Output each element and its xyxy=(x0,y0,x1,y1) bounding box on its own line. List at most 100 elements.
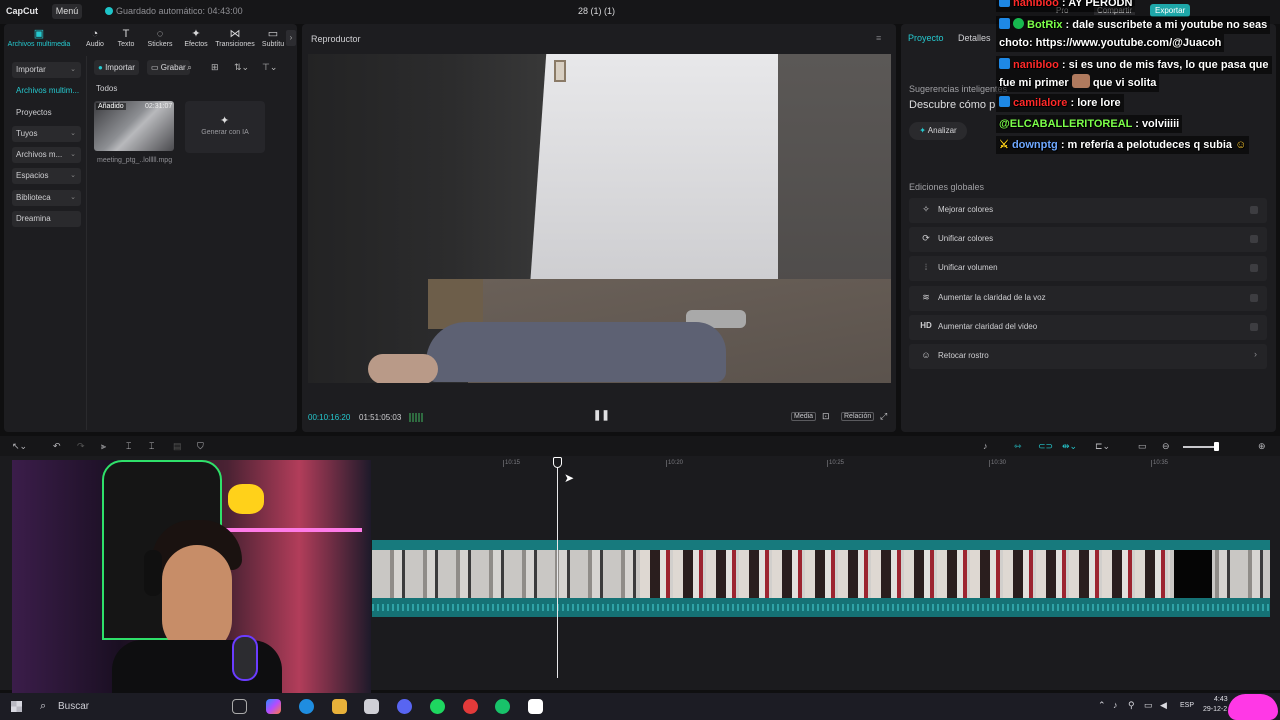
select-tool-icon[interactable]: ↖⌄ xyxy=(12,441,27,452)
search-icon[interactable]: ⌕ xyxy=(40,700,46,713)
taskbar-search[interactable]: Buscar xyxy=(58,701,89,712)
toggle[interactable] xyxy=(1250,323,1258,331)
tab-media[interactable]: ▣ Archivos multimedia xyxy=(6,28,72,48)
grid-view-icon[interactable]: ⊞ xyxy=(211,62,219,73)
sword-badge-icon: ⚔ xyxy=(999,139,1009,151)
obs-icon[interactable] xyxy=(463,699,478,714)
discord-icon[interactable] xyxy=(397,699,412,714)
tab-project[interactable]: Proyecto xyxy=(908,33,944,43)
search-icon[interactable]: ⌕ xyxy=(187,62,192,73)
toggle[interactable] xyxy=(1250,235,1258,243)
tab-transitions[interactable]: ⋈ Transiciones xyxy=(211,28,259,48)
split-right-icon[interactable]: ⌶ xyxy=(149,441,154,452)
tab-effects[interactable]: ✦ Efectos xyxy=(177,28,215,48)
start-icon[interactable] xyxy=(11,701,22,712)
zoom-in-icon[interactable]: ⊕ xyxy=(1258,441,1266,452)
magnet-icon[interactable]: ⊂⊃ xyxy=(1038,441,1053,452)
split-left-icon[interactable]: ⌶ xyxy=(126,441,131,452)
filter-icon[interactable]: ⊤⌄ xyxy=(262,62,277,73)
ratio-button[interactable]: Relación xyxy=(841,412,875,421)
global-item-unify-colors[interactable]: ⟳ Unificar colores xyxy=(909,227,1267,252)
sidebar-item-spaces[interactable]: Espacios ⌄ xyxy=(12,168,81,184)
spotify-icon[interactable] xyxy=(430,699,445,714)
chat-message: ⚔ downptg : m refería a pelotudeces q su… xyxy=(996,136,1250,154)
player-menu-icon[interactable]: ≡ xyxy=(876,33,881,43)
explorer-icon[interactable] xyxy=(332,699,347,714)
sidebar-item-media[interactable]: Archivos multim... xyxy=(12,83,81,99)
global-item-retouch-face[interactable]: ☺ Retocar rostro › xyxy=(909,344,1267,369)
playhead[interactable] xyxy=(557,460,558,678)
copilot-icon[interactable] xyxy=(266,699,281,714)
caption-icon[interactable]: ▭ xyxy=(1138,441,1147,452)
tray-network-icon[interactable]: ▭ xyxy=(1144,700,1153,711)
player-title: Reproductor xyxy=(311,34,361,44)
badge-icon xyxy=(999,18,1010,29)
time-tick: 10:15 xyxy=(502,460,521,467)
tabs-next-icon[interactable]: › xyxy=(286,30,296,46)
microphone-icon[interactable]: ♪ xyxy=(983,441,988,451)
capcut-icon[interactable] xyxy=(528,699,543,714)
sort-icon[interactable]: ⇅⌄ xyxy=(234,62,249,73)
sidebar-item-yours[interactable]: Tuyos ⌄ xyxy=(12,126,81,142)
tab-subtitles[interactable]: ▭ Subtítu xyxy=(258,28,288,48)
streamlabs-icon[interactable] xyxy=(495,699,510,714)
crop-icon[interactable]: ⊡ xyxy=(822,411,830,422)
toggle[interactable] xyxy=(1250,264,1258,272)
task-view-icon[interactable] xyxy=(232,699,247,714)
badge-icon xyxy=(999,0,1010,7)
global-item-video-clarity[interactable]: HD Aumentar claridad del video xyxy=(909,315,1267,340)
tray-usb-icon[interactable]: ⚲ xyxy=(1128,700,1135,711)
snap-icon[interactable]: ⇹⌄ xyxy=(1062,441,1077,452)
tray-volume-icon[interactable]: ◀ xyxy=(1160,700,1167,711)
generate-ai-card[interactable] xyxy=(185,101,265,153)
split-icon[interactable]: ⫸ xyxy=(101,441,106,452)
redo-icon[interactable]: ↷ xyxy=(77,441,85,452)
fullscreen-icon[interactable]: ⤢ xyxy=(880,411,887,422)
palette-icon: ⟳ xyxy=(922,233,930,243)
sidebar-item-secondary-projects[interactable]: Proyectos secun... xyxy=(12,105,81,133)
zoom-out-icon[interactable]: ⊖ xyxy=(1162,441,1170,452)
zoom-slider-handle[interactable] xyxy=(1214,442,1219,451)
clip-header[interactable] xyxy=(372,540,1270,550)
preview-axis-icon[interactable]: ⊏⌄ xyxy=(1095,441,1110,452)
tab-details[interactable]: Detalles xyxy=(958,33,991,43)
media-button[interactable]: Media xyxy=(791,412,817,421)
store-icon[interactable] xyxy=(364,699,379,714)
playhead-handle[interactable] xyxy=(553,457,562,468)
generate-ai-label: Generar con IA xyxy=(201,129,249,136)
shield-icon[interactable]: ⛉ xyxy=(197,441,204,452)
toggle[interactable] xyxy=(1250,294,1258,302)
import-button[interactable]: ● Importar xyxy=(94,60,139,75)
tray-language[interactable]: ESP xyxy=(1180,702,1194,709)
sidebar-item-library[interactable]: Biblioteca ⌄ xyxy=(12,190,81,206)
tray-mic-icon[interactable]: ♪ xyxy=(1113,700,1118,710)
sidebar-item-import[interactable]: Importar ⌄ xyxy=(12,62,81,78)
tray-date[interactable]: 29-12-2 xyxy=(1203,706,1227,713)
chat-message: camilalore : lore lore xyxy=(996,94,1124,112)
tray-expand-icon[interactable]: ⌃ xyxy=(1098,700,1106,711)
sidebar-item-files[interactable]: Archivos m... ⌄ xyxy=(12,147,81,163)
audio-waveform xyxy=(372,604,1270,611)
global-item-enhance-colors[interactable]: ✧ Mejorar colores xyxy=(909,198,1267,223)
video-preview[interactable] xyxy=(308,54,891,383)
magic-wand-icon: ✧ xyxy=(922,204,930,214)
sidebar-item-dreamina[interactable]: Dreamina xyxy=(12,211,81,227)
tab-stickers[interactable]: ◌ Stickers xyxy=(141,28,179,48)
tab-text[interactable]: T Texto xyxy=(107,28,145,48)
chat-message: BotRix : dale suscribete a mi youtube no… xyxy=(996,16,1271,34)
undo-icon[interactable]: ↶ xyxy=(53,441,61,452)
analyze-button[interactable]: ✦ Analizar xyxy=(909,122,967,140)
tray-time[interactable]: 4:43 xyxy=(1214,696,1228,703)
pause-button[interactable]: ❚❚ xyxy=(593,410,610,421)
project-title[interactable]: 28 (1) (1) xyxy=(578,6,615,16)
menu-button[interactable]: Menú xyxy=(52,4,82,19)
link-icon[interactable]: ⇿ xyxy=(1014,441,1022,452)
filter-all[interactable]: Todos xyxy=(96,84,117,93)
global-item-voice-clarity[interactable]: ≋ Aumentar la claridad de la voz xyxy=(909,286,1267,311)
global-item-unify-volume[interactable]: ⦙ Unificar volumen xyxy=(909,256,1267,281)
edge-icon[interactable] xyxy=(299,699,314,714)
emoji-icon: ☺ xyxy=(1235,139,1247,151)
toggle[interactable] xyxy=(1250,206,1258,214)
delete-icon[interactable]: ▤ xyxy=(173,441,182,452)
record-button[interactable]: ▭ Grabar xyxy=(147,60,190,75)
